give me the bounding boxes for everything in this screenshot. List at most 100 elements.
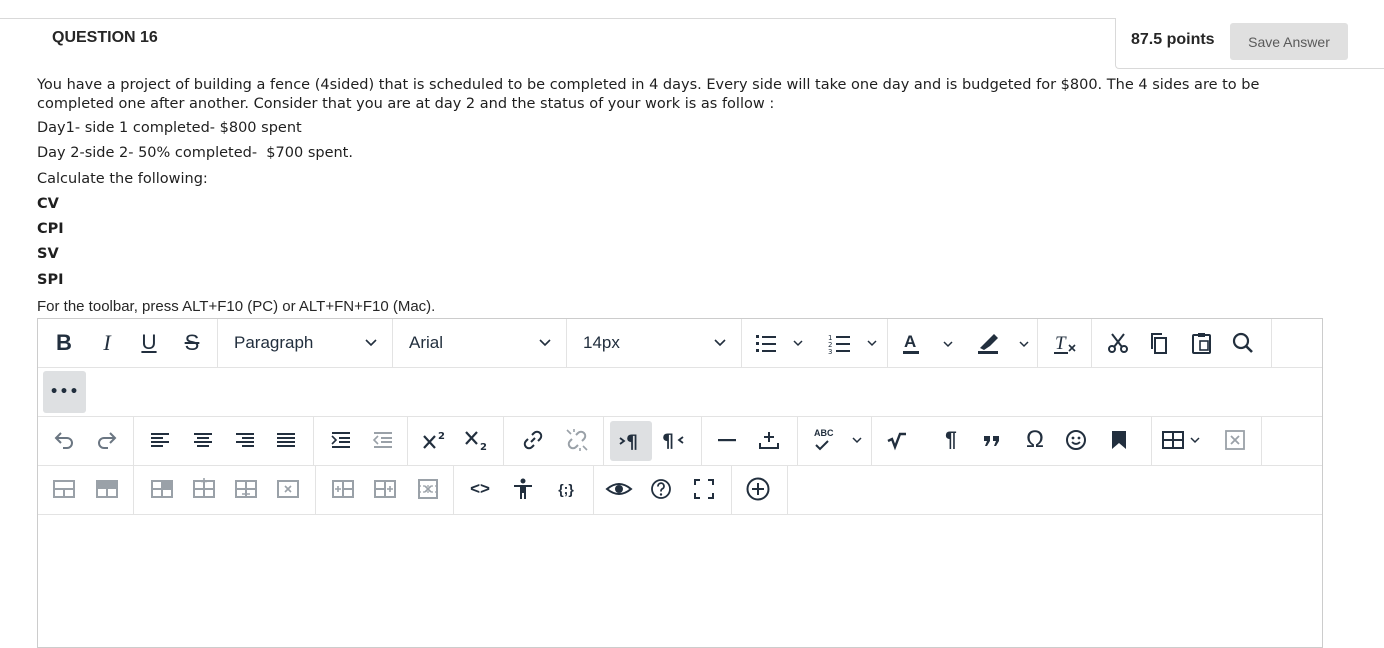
code-sample-button[interactable]: {;} — [549, 472, 583, 506]
preview-button[interactable] — [602, 472, 636, 506]
emoticons-button[interactable] — [1059, 423, 1093, 457]
redo-button[interactable] — [90, 423, 124, 457]
remove-link-button[interactable] — [560, 423, 594, 457]
math-equation-button[interactable] — [880, 423, 914, 457]
svg-text:A: A — [904, 332, 916, 351]
nonbreaking-space-button[interactable] — [752, 423, 786, 457]
font-family-select[interactable]: Arial — [393, 319, 567, 367]
highlight-color-button[interactable] — [974, 326, 1034, 360]
calculate-prompt: Calculate the following: — [37, 171, 208, 187]
quote-icon — [984, 436, 999, 446]
italic-button[interactable]: I — [90, 326, 124, 360]
insert-group — [702, 416, 798, 465]
question-intro: You have a project of building a fence (… — [37, 77, 1260, 112]
paste-button[interactable] — [1185, 326, 1219, 360]
accessibility-checker-button[interactable] — [506, 472, 540, 506]
editor-content-area[interactable] — [38, 515, 1322, 645]
table-cell-properties-button[interactable] — [90, 472, 124, 506]
rtl-button[interactable]: ¶ — [656, 423, 690, 457]
outdent-button[interactable] — [366, 423, 400, 457]
format-block-select[interactable]: Paragraph — [218, 319, 393, 367]
table-row-props-group — [38, 465, 134, 514]
column-before-icon — [332, 480, 354, 498]
svg-text:2: 2 — [480, 442, 487, 452]
delete-row-button[interactable] — [271, 472, 305, 506]
align-right-button[interactable] — [228, 423, 262, 457]
history-group — [38, 416, 134, 465]
toolbar-row-4: <> {;} — [38, 465, 1322, 515]
delete-column-button[interactable] — [411, 472, 445, 506]
insert-row-before-button[interactable] — [145, 472, 179, 506]
insert-column-before-button[interactable] — [326, 472, 360, 506]
copy-button[interactable] — [1142, 326, 1176, 360]
bookmark-icon — [1112, 431, 1126, 449]
ltr-button[interactable]: ¶ — [610, 421, 652, 461]
text-color-button[interactable]: A — [898, 326, 958, 360]
clear-formatting-button[interactable]: T — [1048, 326, 1082, 360]
undo-button[interactable] — [47, 423, 81, 457]
table-row-properties-button[interactable] — [47, 472, 81, 506]
ltr-icon: ¶ — [619, 431, 638, 453]
chevron-down-icon — [365, 339, 377, 347]
accessibility-icon — [514, 478, 532, 499]
indent-button[interactable] — [324, 423, 358, 457]
numbered-list-icon: 1 2 3 — [828, 334, 877, 355]
undo-icon — [54, 432, 73, 449]
insert-link-button[interactable] — [516, 423, 550, 457]
clipboard-group — [1092, 319, 1272, 367]
item-spi: SPI — [37, 272, 64, 288]
special-character-button[interactable]: Ω — [1018, 423, 1052, 457]
square-root-icon — [887, 432, 906, 451]
superscript-button[interactable]: 2 — [418, 423, 452, 457]
insert-column-after-button[interactable] — [368, 472, 402, 506]
help-button[interactable] — [644, 472, 678, 506]
more-tools-button[interactable]: ••• — [43, 371, 86, 413]
outdent-icon — [372, 432, 392, 448]
svg-text:¶: ¶ — [626, 431, 638, 453]
strikethrough-button[interactable]: S — [175, 326, 209, 360]
fullscreen-icon — [694, 479, 714, 499]
align-justify-button[interactable] — [269, 423, 303, 457]
table-button[interactable] — [1160, 423, 1212, 457]
insert-column-button[interactable] — [229, 472, 263, 506]
subscript-button[interactable]: 2 — [460, 423, 494, 457]
day1-status: Day1- side 1 completed- $800 spent — [37, 120, 302, 136]
find-replace-button[interactable] — [1226, 326, 1260, 360]
toolbar-hint: For the toolbar, press ALT+F10 (PC) or A… — [37, 298, 436, 315]
insert-row-after-button[interactable] — [187, 472, 221, 506]
unlink-icon — [566, 429, 588, 451]
fullscreen-button[interactable] — [687, 472, 721, 506]
align-center-button[interactable] — [186, 423, 220, 457]
view-group — [594, 465, 732, 514]
source-code-button[interactable]: <> — [463, 472, 497, 506]
spellcheck-button[interactable]: ABC — [806, 423, 866, 457]
toolbar-row-3: 2 2 ¶ ¶ ABC ¶ Ω — [38, 416, 1322, 466]
show-blocks-button[interactable]: ¶ — [934, 423, 968, 457]
underline-button[interactable]: U — [132, 326, 166, 360]
help-icon — [651, 479, 671, 499]
toolbar-row-1: B I U S Paragraph Arial 14px 1 2 3 A T — [38, 319, 1322, 368]
save-answer-button[interactable]: Save Answer — [1230, 23, 1348, 60]
bullet-list-button[interactable] — [752, 326, 808, 360]
delete-table-button[interactable] — [1218, 423, 1252, 457]
bold-button[interactable]: B — [47, 326, 81, 360]
eye-icon — [605, 483, 633, 495]
numbered-list-button[interactable]: 1 2 3 — [826, 326, 882, 360]
table-group — [1152, 416, 1262, 465]
cut-button[interactable] — [1101, 326, 1135, 360]
table-columns-group — [316, 465, 454, 514]
blockquote-button[interactable] — [975, 423, 1009, 457]
highlighter-icon — [978, 334, 1029, 354]
list-group: 1 2 3 — [742, 319, 888, 367]
delete-column-icon — [418, 479, 438, 499]
omega-icon: Ω — [1026, 426, 1044, 453]
align-left-icon — [151, 433, 169, 447]
anchor-button[interactable] — [1102, 423, 1136, 457]
add-content-button[interactable] — [741, 472, 775, 506]
align-left-button[interactable] — [143, 423, 177, 457]
superscript-icon: 2 — [423, 431, 445, 449]
indent-group — [314, 416, 408, 465]
horizontal-line-button[interactable] — [710, 423, 744, 457]
font-size-select[interactable]: 14px — [567, 319, 742, 367]
question-points: 87.5 points — [1131, 31, 1215, 48]
